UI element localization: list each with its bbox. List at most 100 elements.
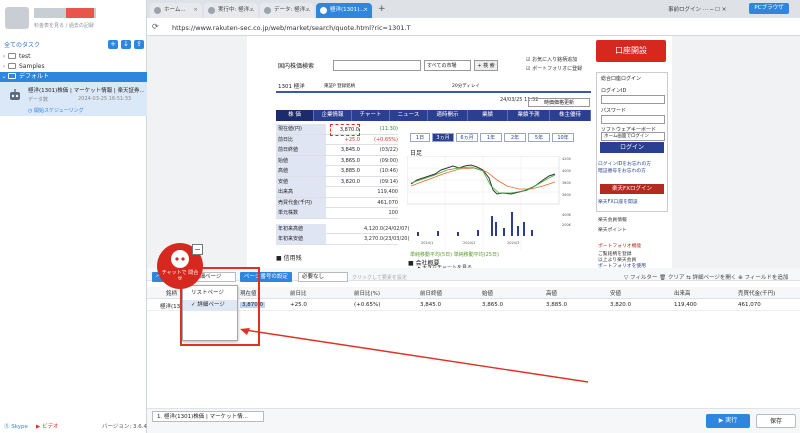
- login-id-input[interactable]: [601, 95, 665, 104]
- close-chat-button[interactable]: −: [192, 244, 203, 255]
- avatar[interactable]: [5, 7, 29, 29]
- favicon-icon: [264, 7, 271, 14]
- column-header[interactable]: 高値: [546, 289, 557, 297]
- stock-search-label: 国内株価検索: [278, 63, 315, 70]
- column-header[interactable]: 銘柄: [166, 289, 177, 297]
- chart-tab-10y[interactable]: 10年: [552, 133, 574, 142]
- point-label: 楽天ポイント: [598, 228, 627, 233]
- svg-text:2024/2: 2024/2: [463, 241, 475, 245]
- chart-legend: 単純移動平均(5日) 単純移動平均(25日): [410, 252, 499, 258]
- add-field-button[interactable]: ⊕ フィールドを追加: [738, 275, 788, 281]
- column-header[interactable]: 安値: [610, 289, 621, 297]
- tab-news[interactable]: ニュース: [390, 110, 428, 121]
- square-icon: ■: [408, 260, 416, 267]
- tab-results[interactable]: 業績: [468, 110, 508, 121]
- portfolio-title: ポートフォリオ機能: [598, 244, 642, 249]
- tab-price[interactable]: 株 価: [276, 110, 314, 121]
- open-account-button[interactable]: 口座開設: [596, 40, 666, 62]
- close-icon[interactable]: ×: [249, 3, 254, 18]
- fx-login-button[interactable]: 楽天FXログイン: [600, 184, 664, 194]
- new-tab-button[interactable]: +: [378, 4, 386, 14]
- column-header[interactable]: 前日終値: [420, 289, 442, 297]
- folder-icon: [8, 53, 16, 59]
- window-controls[interactable]: 事前ログイン ⋯ ─ ☐ ✕: [668, 5, 726, 13]
- page-margin-left: [147, 36, 247, 268]
- tab-chart[interactable]: チャート: [352, 110, 390, 121]
- browser-tab-active[interactable]: 極洋(1301)... ×: [316, 3, 372, 18]
- robot-task-icon: [10, 89, 20, 100]
- chat-robot-label: チャットで 問合せ: [161, 270, 199, 282]
- schedule-link[interactable]: ◷ 開始スケジューリング: [28, 107, 84, 114]
- search-button[interactable]: + 検 索: [474, 60, 498, 71]
- open-detail-button[interactable]: ⇆ 詳細ページを開く: [686, 275, 736, 281]
- tree-item-test[interactable]: › test: [0, 52, 147, 62]
- add-favorite-link[interactable]: ☑ お気に入り銘柄追加: [526, 56, 582, 65]
- page-number-select[interactable]: 必要なし: [298, 272, 348, 282]
- tab-disclosure[interactable]: 適時開示: [428, 110, 468, 121]
- chart-tab-3m[interactable]: 3ヵ月: [432, 133, 454, 142]
- svg-text:200K: 200K: [562, 223, 572, 227]
- column-header[interactable]: 始値: [482, 289, 493, 297]
- login-mode-select[interactable]: ホーム画面でログイン: [601, 132, 665, 141]
- run-button[interactable]: ▶ 実行: [706, 414, 750, 428]
- price-row: 出来高 119,400: [276, 187, 398, 198]
- reload-icon[interactable]: ⟳: [152, 22, 162, 31]
- forgot-password-link[interactable]: 暗証番号をお忘れの方: [598, 167, 646, 174]
- svg-text:2024/1: 2024/1: [421, 241, 433, 245]
- add-folder-icon[interactable]: +: [108, 40, 118, 49]
- tab-benefits[interactable]: 株主優待: [550, 110, 591, 121]
- close-icon[interactable]: ×: [193, 3, 198, 18]
- close-icon[interactable]: ×: [305, 3, 310, 18]
- svg-text:3600: 3600: [562, 193, 571, 197]
- browser-tab[interactable]: ホーム... ×: [150, 3, 202, 18]
- chart-tab-1y[interactable]: 1年: [480, 133, 502, 142]
- column-header[interactable]: 前日比(%): [354, 289, 380, 297]
- price-row: 始値 3,865.0 (09:00): [276, 155, 398, 166]
- chart-tab-1d[interactable]: 1日: [410, 133, 430, 142]
- forgot-id-link[interactable]: ログインIDをお忘れの方: [598, 160, 651, 167]
- password-input[interactable]: [601, 115, 665, 124]
- url-field[interactable]: https://www.rakuten-sec.co.jp/web/market…: [172, 24, 411, 32]
- chart-tab-6m[interactable]: 6ヵ月: [456, 133, 478, 142]
- filter-button[interactable]: ▽ フィルター: [624, 275, 657, 281]
- task-meta-label: データ数: [28, 97, 49, 103]
- browser-tab[interactable]: 実行中: 極洋... ×: [204, 3, 258, 18]
- close-icon[interactable]: ×: [363, 3, 368, 18]
- company-section-title: ■ 会社概要: [408, 260, 440, 267]
- browser-tab[interactable]: データ: 極洋... ×: [260, 3, 314, 18]
- tree-item-default[interactable]: ⌄ デフォルト: [0, 72, 147, 82]
- column-header[interactable]: 売買代金(千円): [738, 289, 775, 297]
- stock-code: 1301 極洋: [278, 84, 305, 90]
- table-cell: 461,070: [738, 302, 761, 308]
- skype-link[interactable]: Ⓢ Skype: [4, 422, 28, 430]
- tree-item-samples[interactable]: › Samples: [0, 62, 147, 72]
- add-portfolio-link[interactable]: ☑ ポートフォリオに登録: [526, 65, 582, 74]
- all-tasks-label[interactable]: 全てのタスク: [4, 40, 40, 49]
- chevron-right-icon: ›: [2, 53, 6, 60]
- column-header[interactable]: 前日比: [290, 289, 307, 297]
- chart-tab-5y[interactable]: 5年: [528, 133, 550, 142]
- tab-forecast[interactable]: 業績予測: [508, 110, 550, 121]
- export-icon[interactable]: ⇪: [134, 40, 144, 49]
- chevron-right-icon: ›: [2, 63, 6, 70]
- step-tab[interactable]: 1. 極洋(1301)株価 | マーケット情...: [152, 411, 264, 422]
- annotation-arrow: [240, 328, 589, 383]
- fx-open-link[interactable]: 楽天FX口座を開設: [598, 198, 638, 205]
- chart-tab-2y[interactable]: 2年: [504, 133, 526, 142]
- refresh-price-button[interactable]: 時価価格更新: [528, 98, 590, 107]
- tab-company[interactable]: 企業情報: [314, 110, 352, 121]
- pc-browser-button[interactable]: PCブラウザ: [749, 3, 789, 14]
- favicon-icon: [320, 7, 327, 14]
- stock-search-input[interactable]: [333, 60, 421, 71]
- clear-button[interactable]: 🗑 クリア: [659, 275, 684, 281]
- login-button[interactable]: ログイン: [600, 142, 664, 153]
- column-header[interactable]: 出来高: [674, 289, 691, 297]
- video-link[interactable]: ▶ ビデオ: [36, 422, 59, 430]
- page-margin-right: [672, 36, 800, 268]
- import-icon[interactable]: ↓: [121, 40, 131, 49]
- task-title: 極洋(1301)株価 | マーケット情報 | 楽天証券...: [28, 88, 144, 94]
- price-row: 高値 3,885.0 (10:46): [276, 166, 398, 177]
- market-select[interactable]: すべての市場: [424, 60, 471, 71]
- account-sublink[interactable]: 料金表を見る / 過去の記録: [34, 22, 94, 29]
- save-button[interactable]: 保存: [756, 414, 796, 428]
